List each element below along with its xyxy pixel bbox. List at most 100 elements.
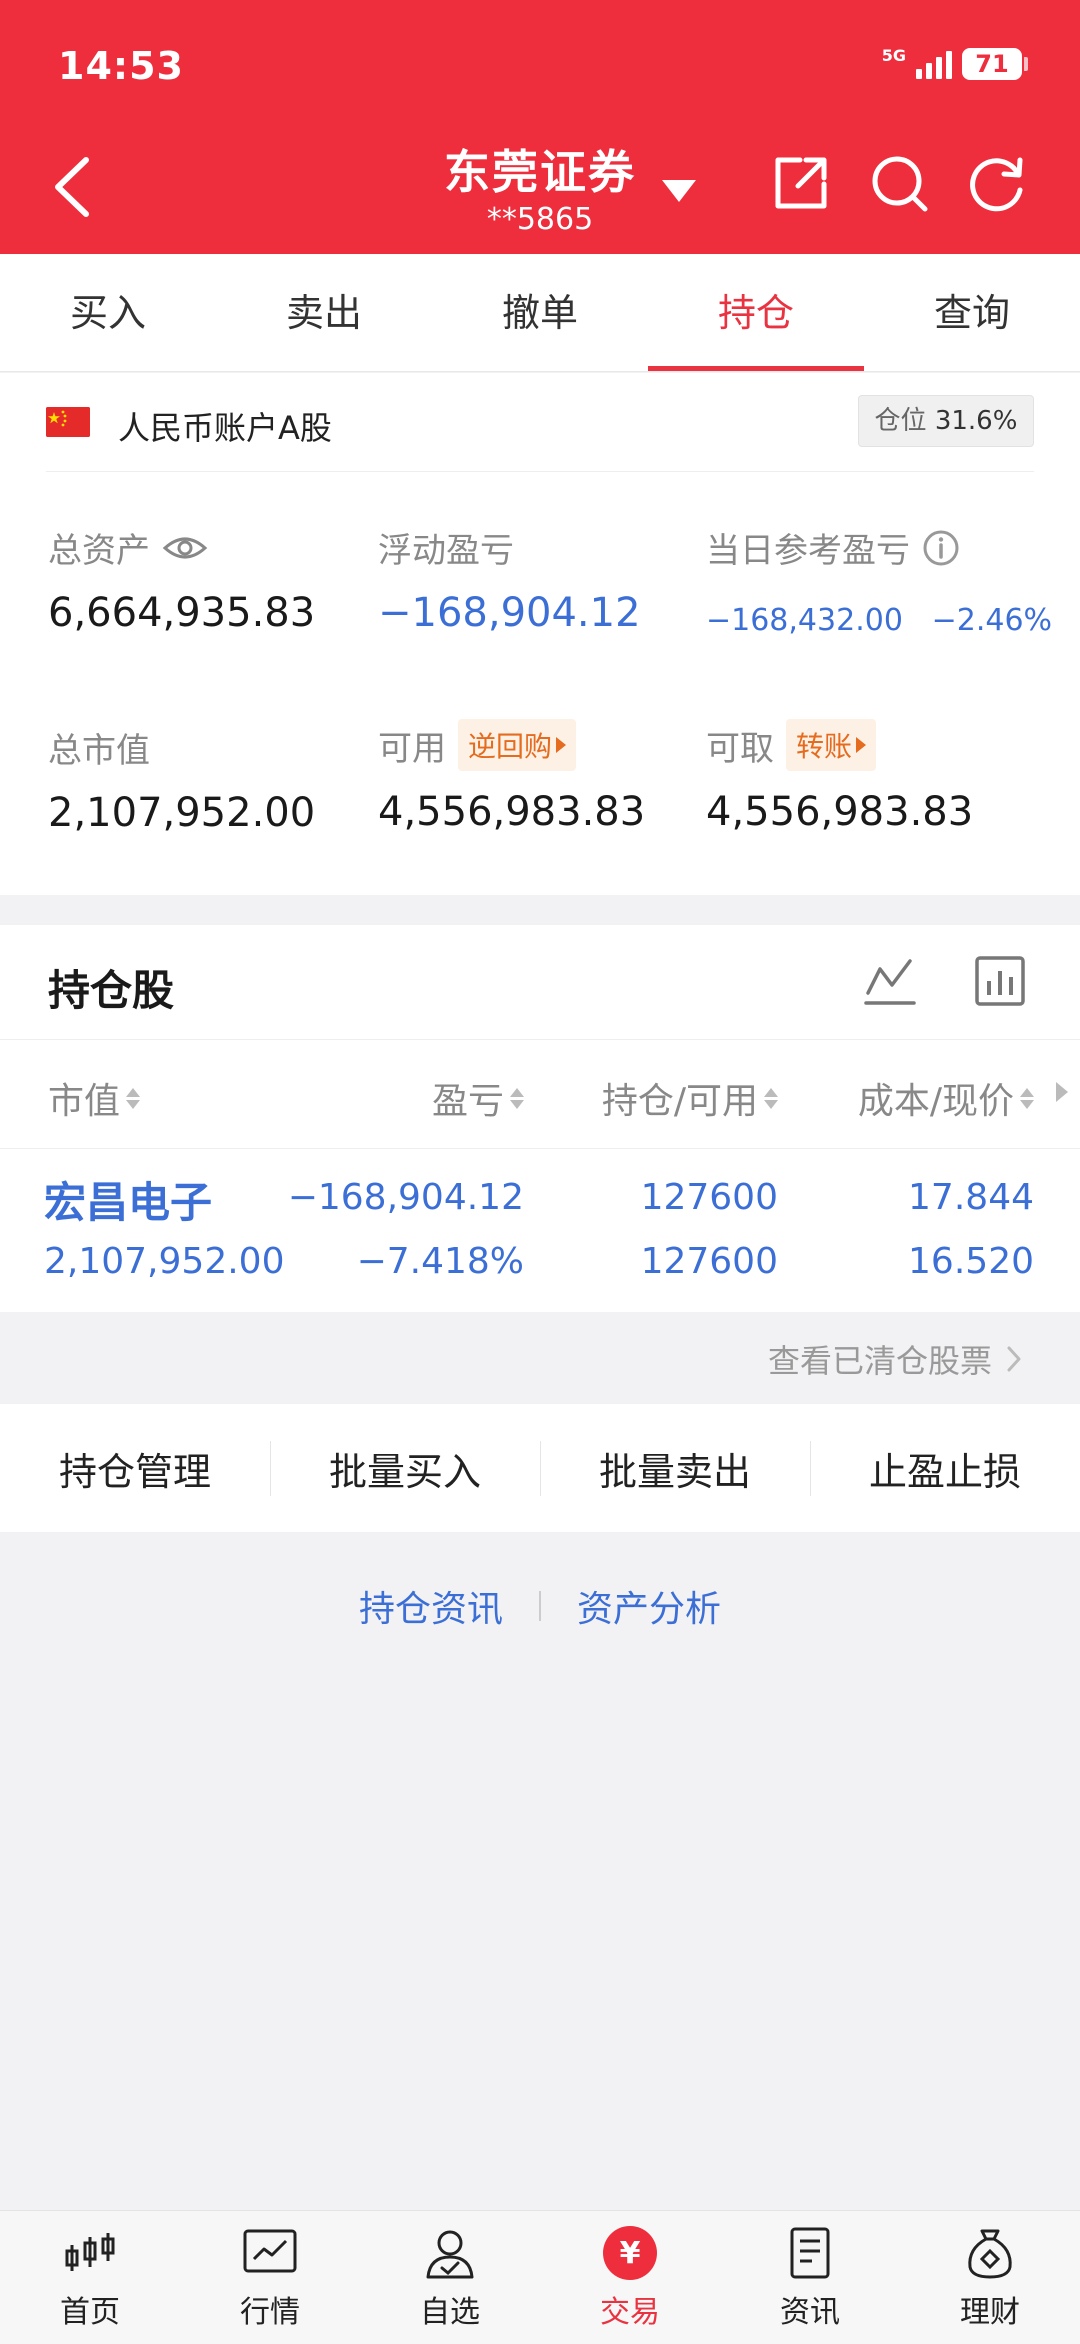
batch-sell-button[interactable]: 批量卖出 — [540, 1440, 810, 1496]
tab-sell[interactable]: 卖出 — [216, 254, 432, 371]
table-row[interactable]: 宏昌电子 2,107,952.00 −168,904.12 −7.418% 12… — [0, 1149, 1080, 1312]
signal-icon — [916, 49, 952, 79]
status-indicators: 5G 71 — [881, 46, 1028, 80]
stock-available: 127600 — [640, 1241, 778, 1282]
arrow-right-icon — [856, 737, 867, 753]
holdings-title: 持仓股 — [48, 966, 175, 1015]
tab-cancel[interactable]: 撤单 — [432, 254, 648, 371]
scroll-right-icon[interactable] — [1056, 1082, 1068, 1102]
holding-actions: 持仓管理 批量买入 批量卖出 止盈止损 — [0, 1404, 1080, 1532]
position-ratio-value: 31.6% — [934, 406, 1018, 436]
total-assets: 总资产 6,664,935.83 — [48, 523, 315, 636]
withdrawable-funds: 可取 转账 4,556,983.83 — [706, 719, 973, 835]
position-ratio-badge: 仓位 31.6% — [858, 395, 1034, 447]
sort-icon — [1020, 1087, 1034, 1109]
floating-pl-label: 浮动盈亏 — [378, 531, 514, 571]
column-pl[interactable]: 盈亏 — [432, 1072, 524, 1124]
column-label: 盈亏 — [431, 1081, 504, 1122]
stock-name[interactable]: 宏昌电子 — [44, 1169, 212, 1230]
holdings-news-link[interactable]: 持仓资讯 — [359, 1580, 503, 1632]
cleared-stocks-label: 查看已清仓股票 — [767, 1342, 992, 1380]
nav-wealth[interactable]: 理财 — [900, 2211, 1080, 2344]
tab-query[interactable]: 查询 — [864, 254, 1080, 371]
daily-pl: 当日参考盈亏 −168,432.00 −2.46% — [706, 523, 1052, 640]
trend-chart-icon — [243, 2229, 297, 2273]
tab-holdings[interactable]: 持仓 — [648, 254, 864, 371]
asset-analysis-link[interactable]: 资产分析 — [577, 1580, 721, 1632]
info-icon[interactable] — [922, 529, 960, 567]
divider — [46, 471, 1034, 472]
line-chart-icon[interactable] — [864, 955, 916, 1007]
position-management-button[interactable]: 持仓管理 — [0, 1441, 270, 1496]
trade-tabs: 买入 卖出 撤单 持仓 查询 — [0, 254, 1080, 372]
eye-icon[interactable] — [162, 533, 208, 563]
market-value-value: 2,107,952.00 — [48, 790, 316, 836]
info-links: 持仓资讯 资产分析 — [0, 1580, 1080, 1632]
tab-buy[interactable]: 买入 — [0, 254, 216, 371]
market-value-label: 总市值 — [48, 731, 150, 771]
nav-label: 理财 — [960, 2295, 1020, 2330]
refresh-icon[interactable] — [966, 152, 1028, 214]
nav-label: 交易 — [600, 2295, 660, 2330]
nav-label: 自选 — [420, 2295, 480, 2330]
user-check-icon — [426, 2230, 474, 2279]
stock-position: 127600 — [640, 1177, 778, 1218]
batch-buy-button[interactable]: 批量买入 — [270, 1440, 540, 1496]
stock-pl-percent: −7.418% — [356, 1241, 524, 1282]
nav-market[interactable]: 行情 — [180, 2211, 360, 2344]
nav-watchlist[interactable]: 自选 — [360, 2211, 540, 2344]
account-dropdown-icon[interactable] — [662, 180, 696, 202]
sort-icon — [510, 1087, 524, 1109]
total-assets-label: 总资产 — [48, 531, 150, 571]
available-value: 4,556,983.83 — [378, 789, 646, 835]
column-label: 成本/现价 — [857, 1081, 1014, 1122]
nav-trade[interactable]: ¥ 交易 — [540, 2211, 720, 2344]
separator — [539, 1591, 541, 1621]
network-type: 5G — [881, 46, 906, 65]
yen-icon: ¥ — [603, 2226, 657, 2280]
stop-profit-loss-button[interactable]: 止盈止损 — [810, 1440, 1080, 1496]
market-value: 总市值 2,107,952.00 — [48, 723, 315, 836]
arrow-right-icon — [556, 737, 567, 753]
cleared-stocks-link[interactable]: 查看已清仓股票 — [768, 1336, 1022, 1382]
document-icon — [790, 2227, 830, 2279]
withdrawable-label: 可取 — [706, 728, 774, 769]
stock-market-value: 2,107,952.00 — [44, 1241, 285, 1282]
transfer-label: 转账 — [796, 730, 853, 763]
transfer-button[interactable]: 转账 — [786, 719, 877, 771]
column-label: 市值 — [48, 1081, 121, 1122]
daily-pl-percent: −2.46% — [931, 603, 1053, 638]
daily-pl-value: −168,432.00 — [706, 603, 903, 638]
nav-label: 首页 — [60, 2295, 120, 2330]
available-label: 可用 — [378, 728, 446, 769]
broker-title[interactable]: 东莞证券 — [444, 136, 636, 202]
daily-pl-label: 当日参考盈亏 — [706, 531, 910, 571]
search-icon[interactable] — [868, 152, 930, 214]
stock-cost: 17.844 — [908, 1177, 1034, 1218]
chevron-right-icon — [1007, 1346, 1021, 1372]
stock-price: 16.520 — [908, 1241, 1034, 1282]
column-cost-price[interactable]: 成本/现价 — [858, 1072, 1034, 1124]
reverse-repo-label: 逆回购 — [468, 730, 553, 763]
nav-news[interactable]: 资讯 — [720, 2211, 900, 2344]
sort-icon — [764, 1087, 778, 1109]
bar-chart-icon[interactable] — [974, 955, 1026, 1007]
column-position[interactable]: 持仓/可用 — [602, 1072, 778, 1124]
stock-pl: −168,904.12 — [287, 1177, 524, 1218]
battery-icon: 71 — [962, 48, 1028, 80]
column-label: 持仓/可用 — [601, 1081, 758, 1122]
available-funds: 可用 逆回购 4,556,983.83 — [378, 719, 645, 835]
account-summary-card: 人民币账户A股 仓位 31.6% 总资产 6,664,935.83 浮动盈亏 −… — [0, 373, 1080, 895]
floating-pl: 浮动盈亏 −168,904.12 — [378, 523, 641, 636]
china-flag-icon — [46, 407, 90, 437]
app-header: 14:53 5G 71 东莞证券 **5865 — [0, 0, 1080, 254]
cleared-stocks-bar: 查看已清仓股票 — [0, 1312, 1080, 1404]
nav-home[interactable]: 首页 — [0, 2211, 180, 2344]
reverse-repo-button[interactable]: 逆回购 — [458, 719, 577, 771]
share-icon[interactable] — [770, 152, 832, 214]
status-time: 14:53 — [58, 44, 184, 88]
column-market-value[interactable]: 市值 — [48, 1072, 141, 1124]
total-assets-value: 6,664,935.83 — [48, 590, 316, 636]
bottom-navigation: 首页 行情 自选 ¥ 交易 资讯 理财 — [0, 2210, 1080, 2344]
floating-pl-value: −168,904.12 — [378, 590, 641, 636]
